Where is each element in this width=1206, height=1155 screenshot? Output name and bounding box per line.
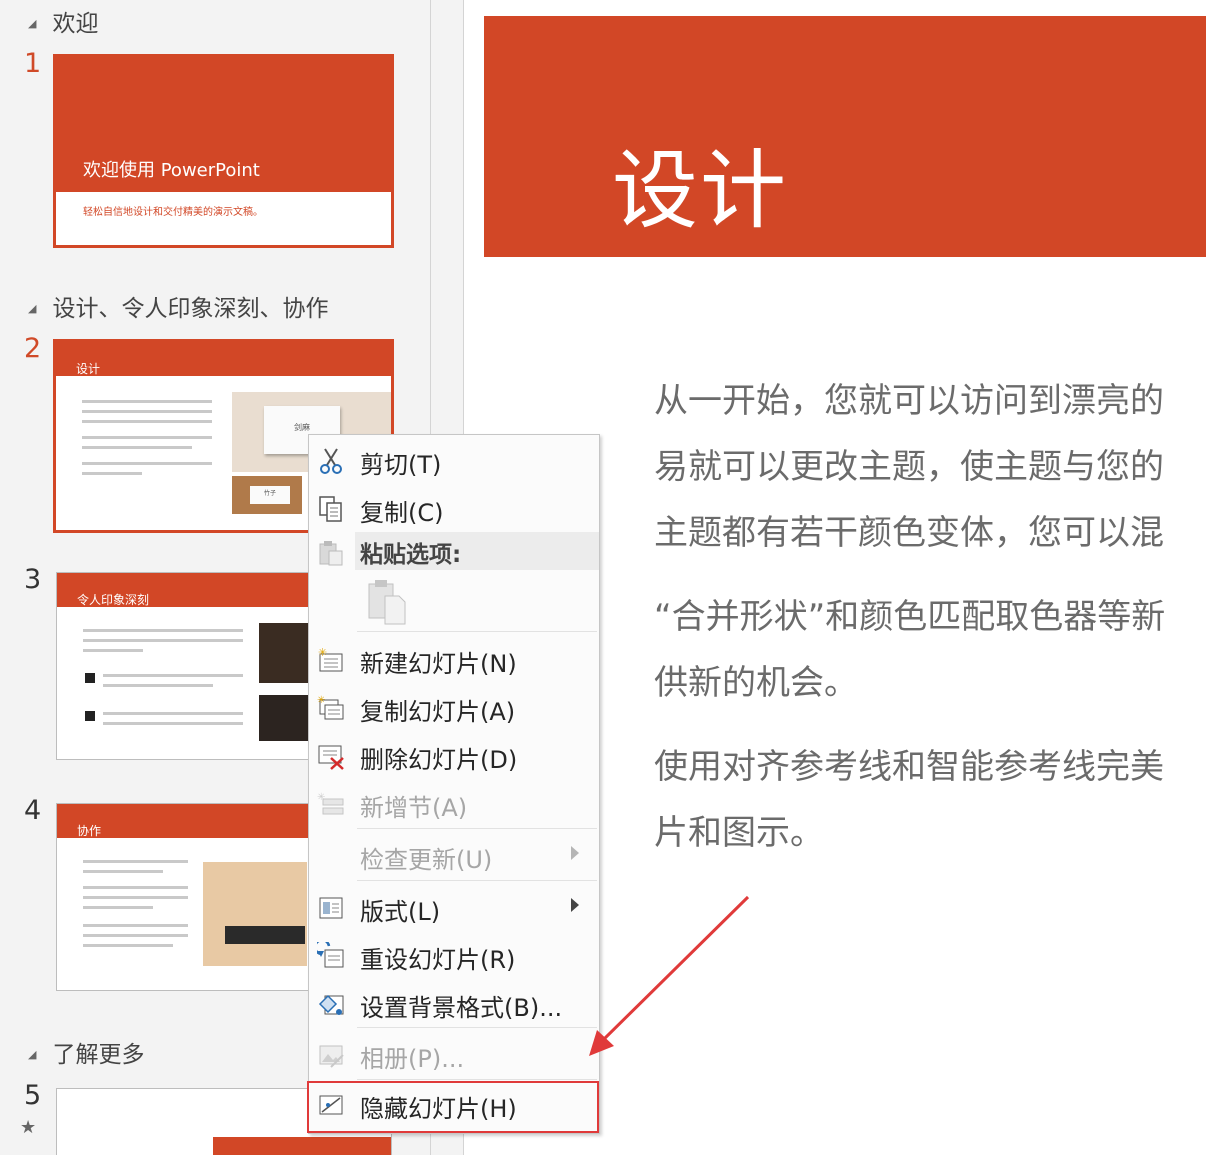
annotation-arrow-icon bbox=[589, 895, 750, 1056]
